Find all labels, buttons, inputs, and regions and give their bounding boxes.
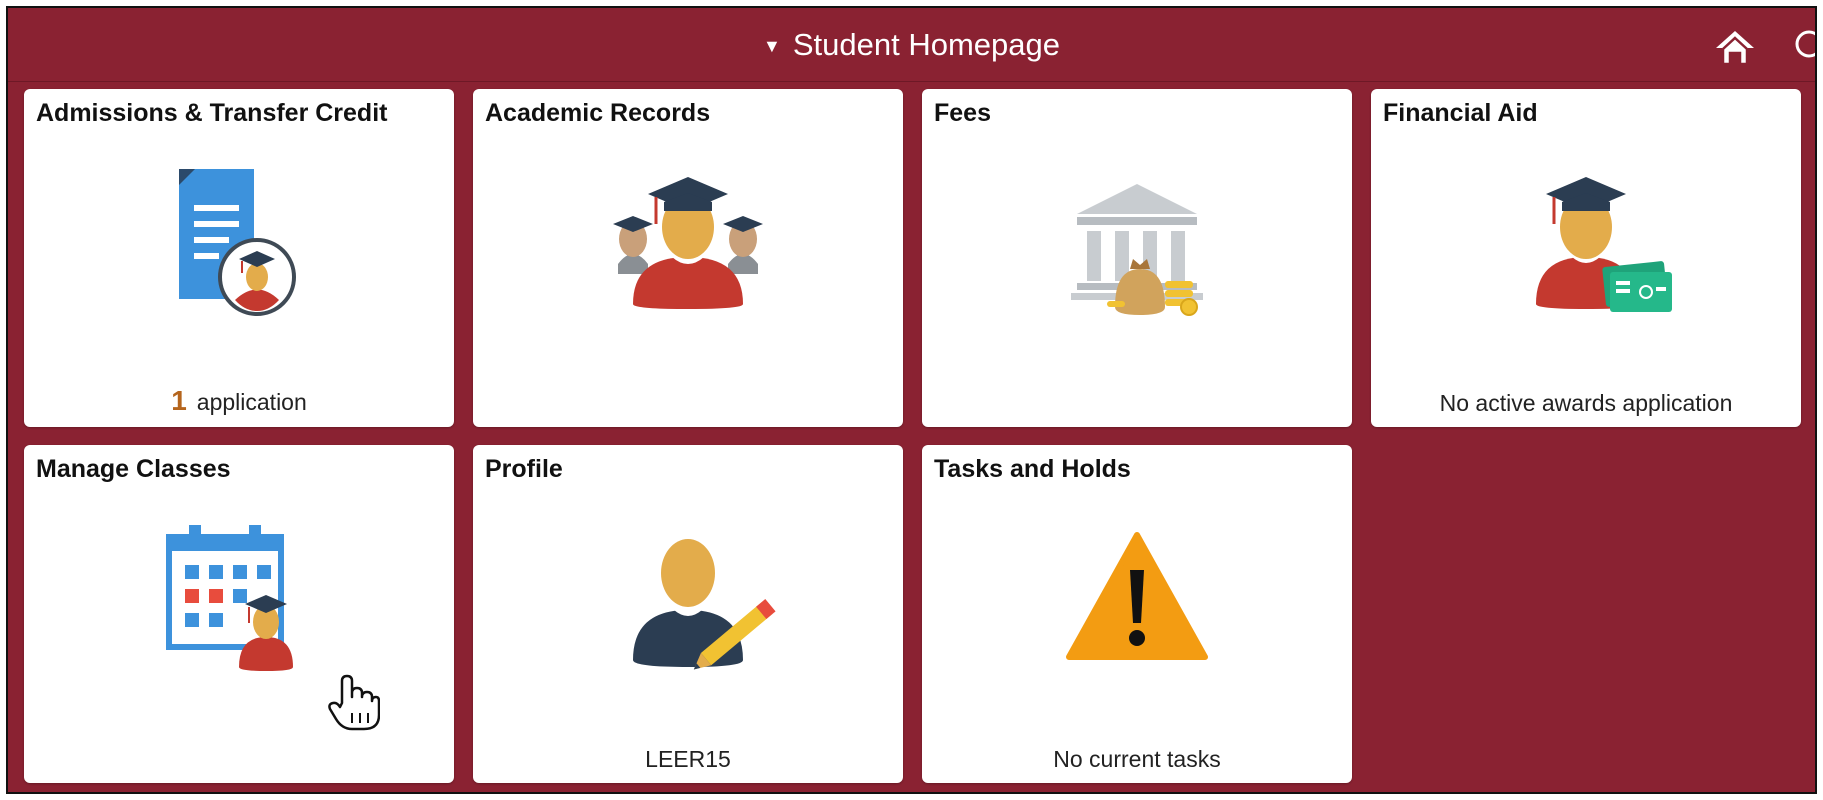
tile-academic-records[interactable]: Academic Records — [473, 89, 903, 427]
tile-title: Profile — [485, 455, 563, 483]
tile-footer-text: application — [196, 389, 307, 415]
app-frame: ▼ Student Homepage Admissions & Transfer… — [6, 6, 1817, 794]
search-icon — [1795, 30, 1815, 58]
tile-title: Admissions & Transfer Credit — [36, 99, 388, 127]
tile-fees[interactable]: Fees — [922, 89, 1352, 427]
tile-footer: LEER15 — [645, 746, 731, 772]
tile-tasks-and-holds[interactable]: Tasks and Holds No current tasks — [922, 445, 1352, 783]
header-bar: ▼ Student Homepage — [8, 8, 1815, 82]
tile-title: Manage Classes — [36, 455, 231, 483]
document-graduate-icon — [139, 169, 339, 329]
tile-title: Academic Records — [485, 99, 711, 127]
tile-manage-classes[interactable]: Manage Classes — [24, 445, 454, 783]
tile-title: Financial Aid — [1383, 99, 1538, 127]
tile-title: Tasks and Holds — [934, 455, 1131, 483]
page-title[interactable]: ▼ Student Homepage — [8, 8, 1815, 81]
calendar-graduate-icon — [139, 525, 339, 685]
tile-admissions-transfer-credit[interactable]: Admissions & Transfer Credit 1 applicatio… — [24, 89, 454, 427]
page-title-label: Student Homepage — [792, 26, 1060, 62]
graduate-card-icon — [1486, 169, 1686, 329]
home-icon — [1716, 31, 1754, 66]
hand-pointer-cursor-icon — [328, 673, 381, 733]
tile-profile[interactable]: Profile LEER15 — [473, 445, 903, 783]
application-count: 1 — [171, 385, 187, 416]
tile-financial-aid[interactable]: Financial Aid No active awards applicati… — [1371, 89, 1801, 427]
warning-icon — [1037, 525, 1237, 685]
bank-money-icon — [1037, 169, 1237, 329]
tile-footer: No current tasks — [1053, 746, 1221, 772]
caret-down-icon: ▼ — [763, 35, 781, 56]
tile-footer: 1 application — [24, 385, 454, 417]
home-button[interactable] — [1713, 28, 1757, 68]
students-group-icon — [588, 169, 788, 329]
tile-title: Fees — [934, 99, 991, 127]
search-button[interactable] — [1793, 28, 1815, 64]
person-pencil-icon — [588, 525, 788, 685]
tile-footer: No active awards application — [1439, 390, 1733, 416]
